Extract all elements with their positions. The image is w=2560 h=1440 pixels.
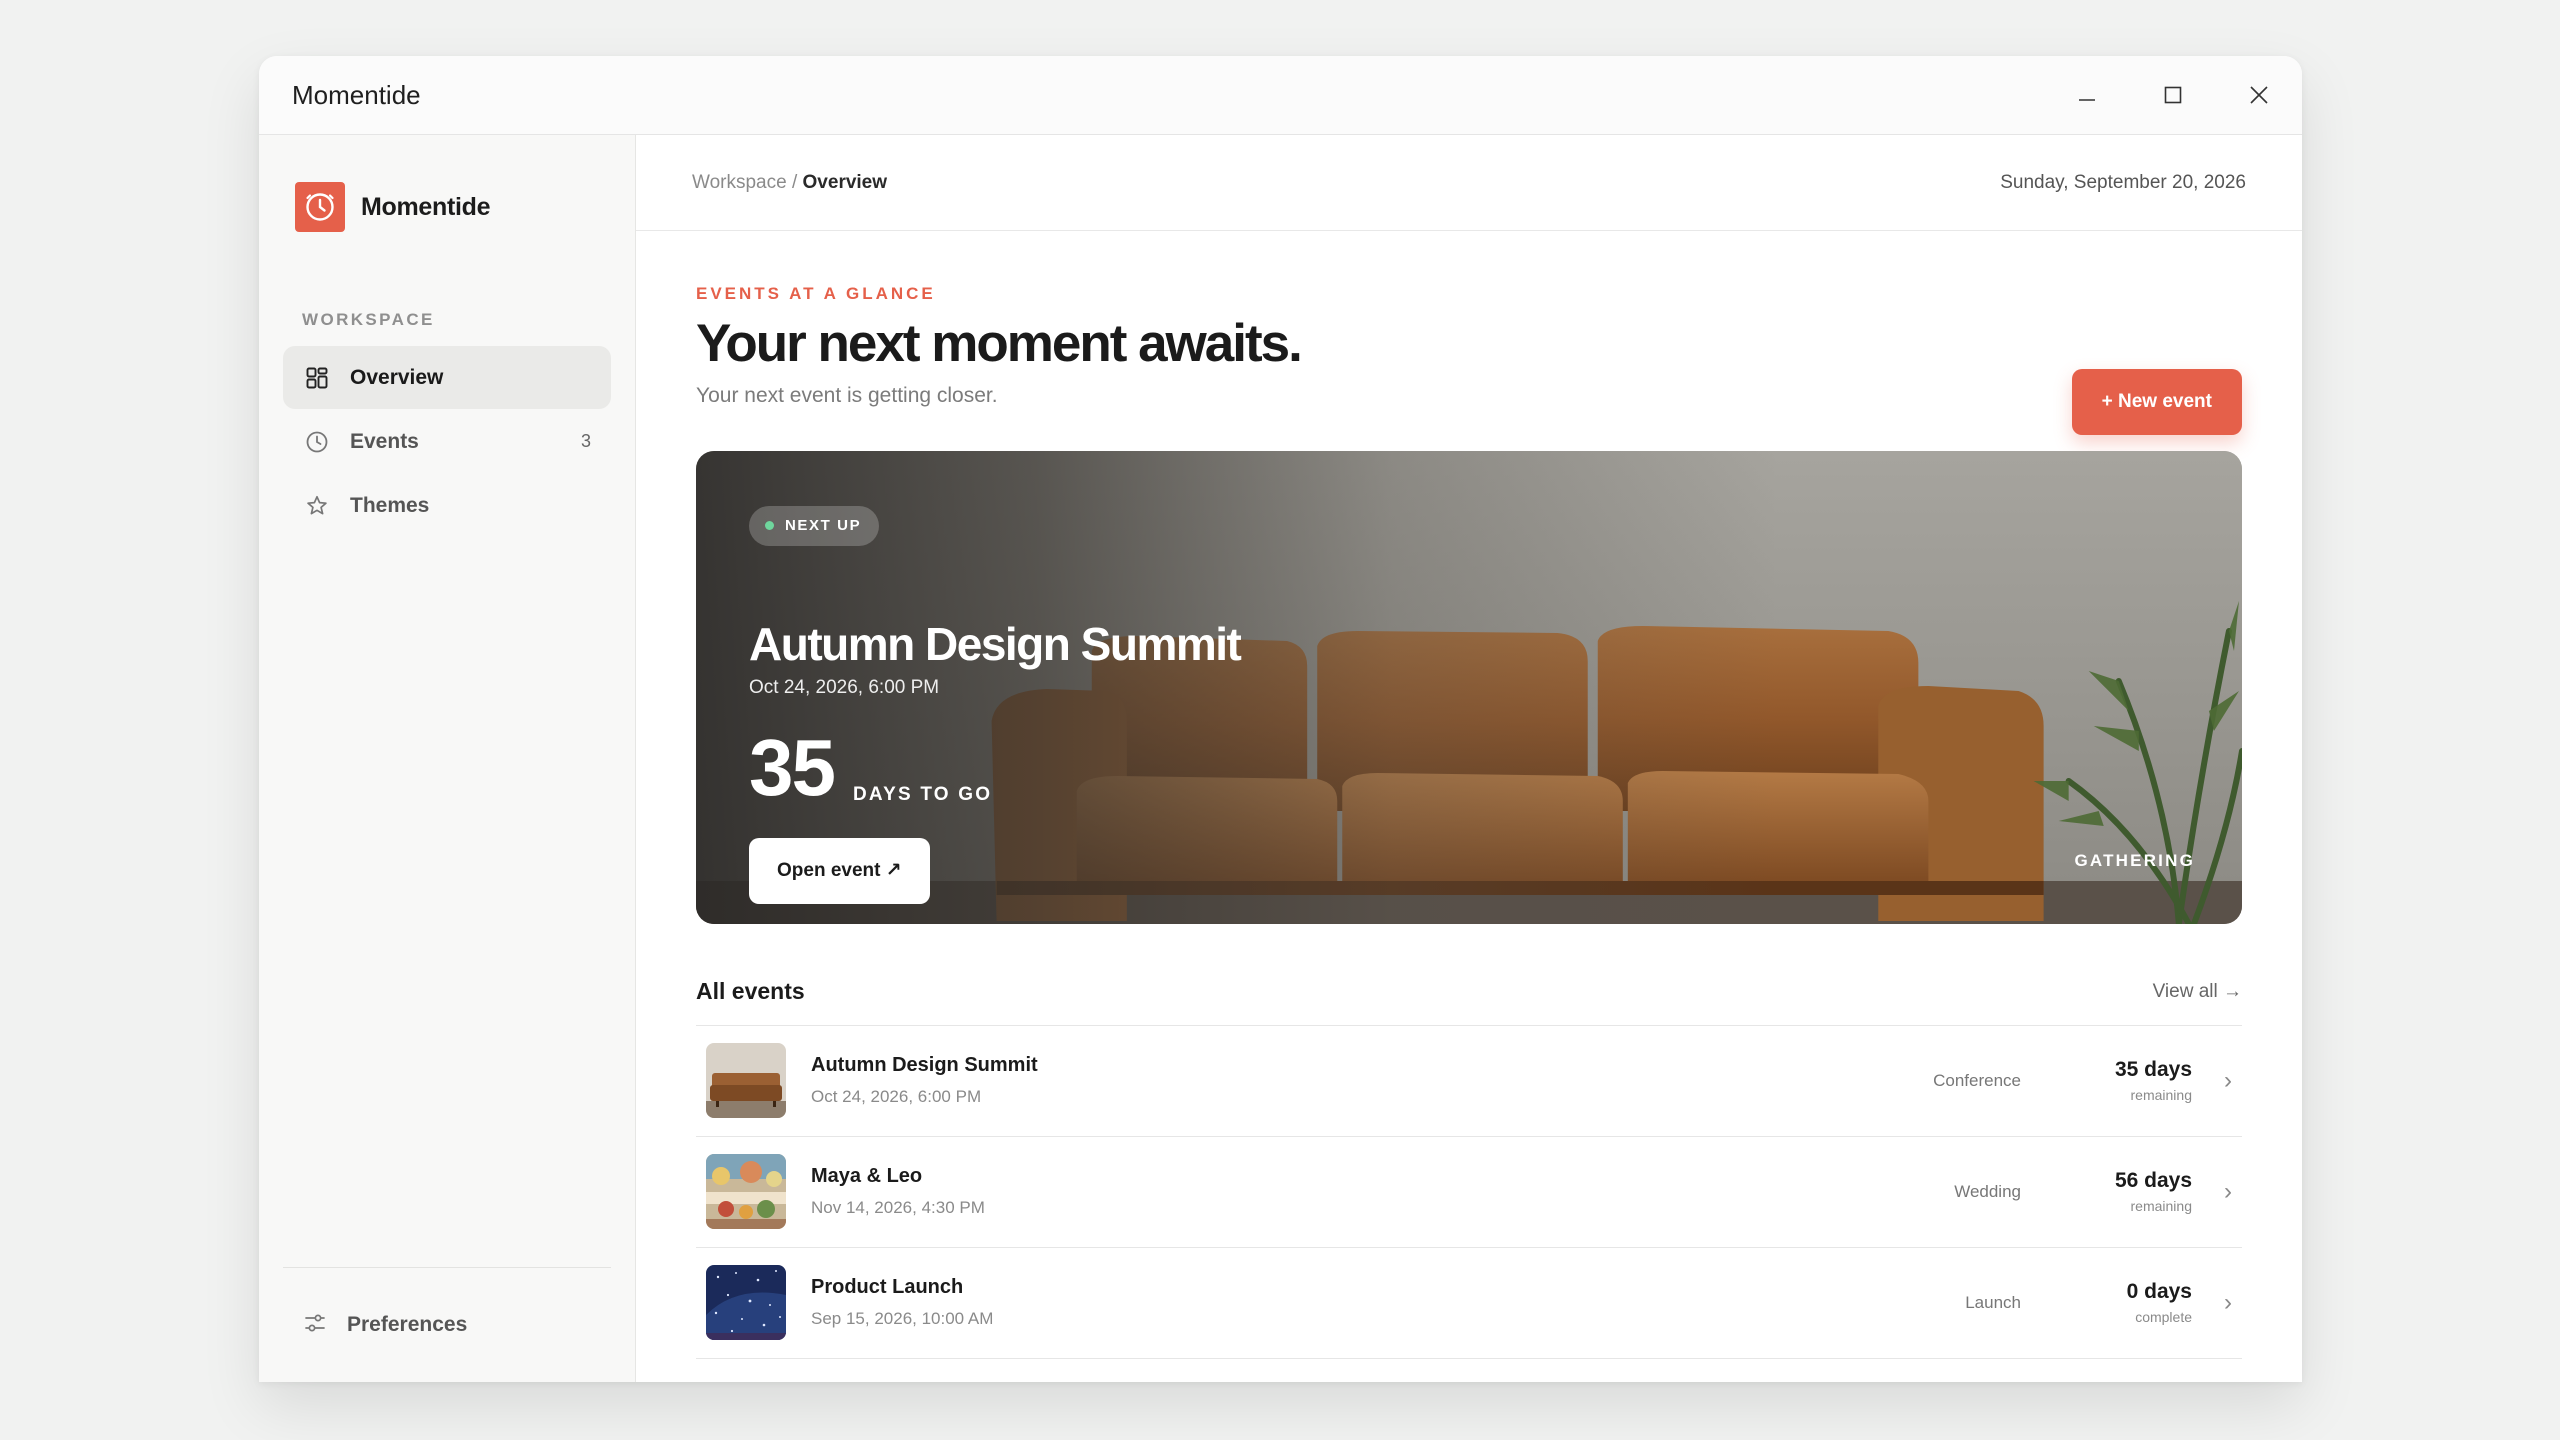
hero-event-date: Oct 24, 2026, 6:00 PM bbox=[749, 676, 940, 698]
next-event-card[interactable]: NEXT UP Autumn Design Summit Oct 24, 202… bbox=[696, 450, 2242, 924]
minimize-button[interactable] bbox=[2044, 56, 2130, 134]
star-icon bbox=[303, 492, 330, 519]
event-date: Sep 15, 2026, 10:00 AM bbox=[811, 1309, 994, 1329]
hero-event-title: Autumn Design Summit bbox=[749, 617, 1242, 670]
minimize-icon bbox=[2079, 99, 2095, 101]
event-days: 0 days bbox=[2126, 1280, 2192, 1304]
next-up-label: NEXT UP bbox=[785, 517, 862, 535]
maximize-button[interactable] bbox=[2130, 56, 2216, 134]
event-thumbnail bbox=[706, 1043, 786, 1119]
close-button[interactable] bbox=[2216, 56, 2302, 134]
brand-logo bbox=[295, 182, 345, 232]
days-label: DAYS TO GO bbox=[853, 783, 993, 805]
event-theme-tag: GATHERING bbox=[2074, 850, 2195, 870]
event-status: remaining bbox=[2130, 1198, 2192, 1215]
event-days: 35 days bbox=[2114, 1058, 2192, 1082]
sidebar-item-label: Events bbox=[350, 429, 419, 453]
current-date: Sunday, September 20, 2026 bbox=[2000, 171, 2246, 193]
breadcrumb-root[interactable]: Workspace bbox=[692, 172, 787, 193]
open-event-button[interactable]: Open event ↗ bbox=[749, 837, 930, 904]
window-controls bbox=[2044, 56, 2302, 134]
maximize-icon bbox=[2164, 86, 2182, 104]
event-thumbnail bbox=[706, 1154, 786, 1230]
events-list: Autumn Design Summit Oct 24, 2026, 6:00 … bbox=[696, 1024, 2242, 1359]
page-title: Your next moment awaits. bbox=[696, 314, 1303, 373]
sidebar-item-label: Themes bbox=[350, 493, 430, 517]
chevron-right-icon: › bbox=[2224, 1066, 2232, 1094]
next-up-badge: NEXT UP bbox=[749, 505, 880, 546]
sliders-icon bbox=[303, 1311, 327, 1340]
preferences-button[interactable]: Preferences bbox=[283, 1267, 611, 1382]
sidebar: Momentide WORKSPACE Overview Events 3 Th… bbox=[259, 135, 636, 1382]
event-row[interactable]: Product Launch Sep 15, 2026, 10:00 AM La… bbox=[696, 1248, 2242, 1359]
eyebrow-label: EVENTS AT A GLANCE bbox=[696, 284, 936, 303]
event-category: Launch bbox=[1965, 1292, 2021, 1312]
app-window: Momentide Momentide WORKSPACE Overview E… bbox=[259, 56, 2302, 1382]
days-count: 35 bbox=[749, 722, 836, 812]
clock-icon bbox=[303, 428, 330, 455]
sidebar-item-label: Overview bbox=[350, 365, 444, 389]
event-days: 56 days bbox=[2114, 1169, 2192, 1193]
new-event-button[interactable]: + New event bbox=[2071, 369, 2242, 435]
title-bar: Momentide bbox=[259, 56, 2302, 135]
sidebar-item-themes[interactable]: Themes bbox=[283, 474, 611, 537]
chevron-right-icon: › bbox=[2224, 1177, 2232, 1205]
brand[interactable]: Momentide bbox=[283, 182, 611, 232]
sidebar-item-overview[interactable]: Overview bbox=[283, 346, 611, 409]
event-status: remaining bbox=[2130, 1087, 2192, 1104]
brand-name: Momentide bbox=[361, 192, 491, 221]
overview-content: EVENTS AT A GLANCE Your next moment awai… bbox=[636, 284, 2302, 1359]
view-all-link[interactable]: View all → bbox=[2153, 981, 2242, 1003]
events-list-header: All events View all → bbox=[696, 972, 2242, 1012]
event-row[interactable]: Maya & Leo Nov 14, 2026, 4:30 PM Wedding… bbox=[696, 1137, 2242, 1248]
event-category: Conference bbox=[1933, 1070, 2021, 1090]
close-icon bbox=[2250, 86, 2268, 104]
breadcrumb-separator: / bbox=[786, 171, 803, 193]
chevron-right-icon: › bbox=[2224, 1288, 2232, 1316]
event-date: Nov 14, 2026, 4:30 PM bbox=[811, 1198, 985, 1218]
event-name: Autumn Design Summit bbox=[811, 1054, 1038, 1077]
event-date: Oct 24, 2026, 6:00 PM bbox=[811, 1087, 982, 1107]
hero-content: NEXT UP Autumn Design Summit Oct 24, 202… bbox=[749, 451, 2242, 924]
event-name: Maya & Leo bbox=[811, 1165, 923, 1188]
clock-logo-icon bbox=[306, 193, 334, 221]
event-row[interactable]: Autumn Design Summit Oct 24, 2026, 6:00 … bbox=[696, 1026, 2242, 1137]
top-bar: Workspace / Overview Sunday, September 2… bbox=[636, 135, 2302, 231]
events-count-badge: 3 bbox=[580, 431, 591, 451]
breadcrumb-current: Overview bbox=[802, 171, 888, 193]
sidebar-section-label: WORKSPACE bbox=[302, 310, 435, 329]
page-subtitle: Your next event is getting closer. bbox=[696, 383, 998, 407]
status-dot-icon bbox=[765, 521, 774, 531]
event-category: Wedding bbox=[1954, 1181, 2021, 1201]
sidebar-nav: Overview Events 3 Themes bbox=[283, 346, 611, 537]
events-list-title: All events bbox=[696, 978, 805, 1005]
preferences-label: Preferences bbox=[347, 1313, 468, 1336]
main-content: Workspace / Overview Sunday, September 2… bbox=[636, 135, 2302, 1382]
event-status: complete bbox=[2135, 1309, 2192, 1326]
sidebar-item-events[interactable]: Events 3 bbox=[283, 410, 611, 473]
event-thumbnail bbox=[706, 1265, 786, 1341]
event-name: Product Launch bbox=[811, 1276, 964, 1299]
grid-icon bbox=[303, 364, 330, 391]
window-title: Momentide bbox=[292, 79, 421, 110]
breadcrumb: Workspace / Overview bbox=[692, 172, 887, 194]
